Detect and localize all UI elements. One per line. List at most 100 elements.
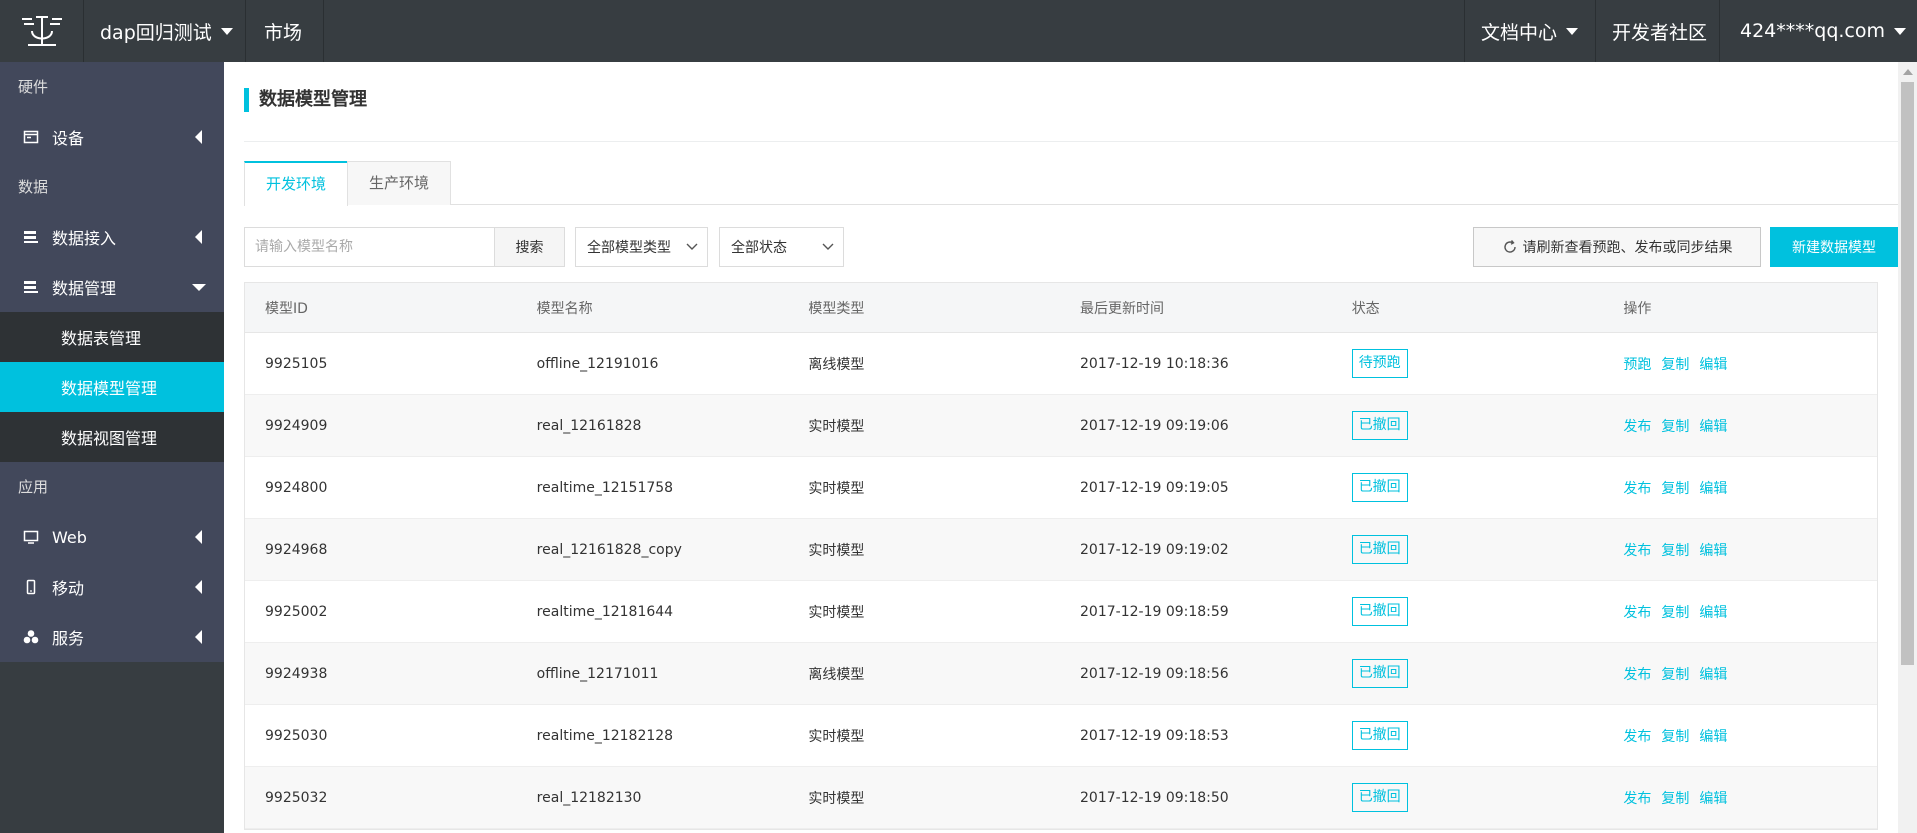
publish-link[interactable]: 发布 (1623, 543, 1651, 559)
refresh-button[interactable]: 请刷新查看预跑、发布或同步结果 (1473, 227, 1761, 267)
edit-link[interactable]: 编辑 (1699, 481, 1727, 497)
scroll-up-icon[interactable] (1903, 69, 1913, 75)
sidebar-subitem-view-manage[interactable]: 数据视图管理 (0, 412, 224, 462)
column-header: 状态 (1351, 300, 1380, 317)
refresh-button-label: 请刷新查看预跑、发布或同步结果 (1522, 240, 1733, 256)
publish-link[interactable]: 发布 (1623, 419, 1651, 435)
search-button[interactable]: 搜索 (494, 227, 565, 267)
copy-link[interactable]: 复制 (1661, 791, 1689, 807)
sidebar-subitem-table-manage[interactable]: 数据表管理 (0, 312, 224, 362)
publish-link[interactable]: 发布 (1623, 791, 1651, 807)
model-name: real_12161828 (536, 417, 642, 434)
nav-docs[interactable]: 文档中心 (1464, 0, 1595, 62)
model-type: 实时模型 (808, 542, 865, 559)
toolbar: 搜索 全部模型类型 全部状态 请刷新查看预跑、发布或同步结果 新建数据模型 (244, 227, 1898, 267)
updated-time: 2017-12-19 09:18:53 (1080, 727, 1229, 744)
logo[interactable] (0, 0, 84, 62)
search-input[interactable] (244, 227, 495, 267)
publish-link[interactable]: 发布 (1623, 605, 1651, 621)
status-badge: 已撤回 (1351, 783, 1408, 812)
status-badge: 已撤回 (1351, 411, 1408, 440)
model-type-select[interactable]: 全部模型类型 (575, 227, 708, 267)
caret-down-icon (1566, 27, 1579, 35)
updated-time: 2017-12-19 09:19:05 (1080, 479, 1229, 496)
edit-link[interactable]: 编辑 (1699, 543, 1727, 559)
table-row: 9925002 realtime_12181644 实时模型 2017-12-1… (245, 581, 1877, 643)
status-badge: 已撤回 (1351, 473, 1408, 502)
project-name: dap回归测试 (100, 21, 212, 44)
sidebar-item-mobile[interactable]: 移动 (0, 562, 224, 612)
status-badge: 待预跑 (1351, 349, 1408, 378)
updated-time: 2017-12-19 09:18:59 (1080, 603, 1229, 620)
updated-time: 2017-12-19 09:18:56 (1080, 665, 1229, 682)
nav-market[interactable]: 市场 (246, 0, 324, 62)
copy-link[interactable]: 复制 (1661, 605, 1689, 621)
status-badge: 已撤回 (1351, 535, 1408, 564)
copy-link[interactable]: 复制 (1661, 481, 1689, 497)
data-access-icon (22, 228, 40, 246)
status-select[interactable]: 全部状态 (719, 227, 844, 267)
sidebar-item-service[interactable]: 服务 (0, 612, 224, 662)
model-id: 9925002 (265, 603, 328, 620)
column-header: 模型类型 (808, 300, 865, 317)
table-header: 模型ID 模型名称 模型类型 最后更新时间 状态 操作 (245, 283, 1877, 333)
edit-link[interactable]: 编辑 (1699, 791, 1727, 807)
copy-link[interactable]: 复制 (1661, 357, 1689, 373)
refresh-icon (1503, 240, 1516, 253)
mobile-icon (22, 578, 40, 596)
nav-market-label: 市场 (264, 21, 303, 44)
chevron-left-icon (195, 580, 202, 594)
status-select-value: 全部状态 (731, 240, 787, 256)
model-id: 9925032 (265, 789, 328, 806)
model-name: real_12161828_copy (536, 541, 682, 558)
column-header: 模型名称 (536, 300, 593, 317)
prerun-link[interactable]: 预跑 (1623, 357, 1651, 373)
edit-link[interactable]: 编辑 (1699, 419, 1727, 435)
sidebar: 硬件 设备 数据 数据接入 数据管理 数据表管理 数据模型管理 数据视图管理 应… (0, 62, 224, 833)
sidebar-item-device[interactable]: 设备 (0, 112, 224, 162)
sidebar-item-label: Web (52, 527, 87, 547)
chevron-left-icon (195, 530, 202, 544)
publish-link[interactable]: 发布 (1623, 481, 1651, 497)
copy-link[interactable]: 复制 (1661, 667, 1689, 683)
copy-link[interactable]: 复制 (1661, 419, 1689, 435)
create-model-button[interactable]: 新建数据模型 (1770, 227, 1898, 267)
nav-community[interactable]: 开发者社区 (1595, 0, 1719, 62)
publish-link[interactable]: 发布 (1623, 667, 1651, 683)
model-id: 9925105 (265, 355, 328, 372)
column-header: 操作 (1623, 300, 1652, 317)
model-id: 9924909 (265, 417, 328, 434)
edit-link[interactable]: 编辑 (1699, 667, 1727, 683)
chevron-left-icon (195, 630, 202, 644)
project-switcher[interactable]: dap回归测试 (84, 0, 246, 62)
model-id: 9924800 (265, 479, 328, 496)
model-type: 离线模型 (808, 666, 865, 683)
edit-link[interactable]: 编辑 (1699, 605, 1727, 621)
model-name: offline_12171011 (536, 665, 659, 682)
model-type: 实时模型 (808, 604, 865, 621)
edit-link[interactable]: 编辑 (1699, 357, 1727, 373)
publish-link[interactable]: 发布 (1623, 729, 1651, 745)
account-menu[interactable]: 424****qq.com (1719, 0, 1917, 62)
model-type: 实时模型 (808, 480, 865, 497)
tab-prod-env[interactable]: 生产环境 (347, 161, 451, 205)
column-header: 最后更新时间 (1080, 300, 1165, 317)
copy-link[interactable]: 复制 (1661, 729, 1689, 745)
sidebar-item-label: 数据管理 (52, 279, 117, 298)
sidebar-item-data-access[interactable]: 数据接入 (0, 212, 224, 262)
sidebar-item-web[interactable]: Web (0, 512, 224, 562)
copy-link[interactable]: 复制 (1661, 543, 1689, 559)
tab-dev-env[interactable]: 开发环境 (244, 161, 348, 206)
model-type: 实时模型 (808, 728, 865, 745)
scrollbar-thumb[interactable] (1901, 82, 1914, 665)
edit-link[interactable]: 编辑 (1699, 729, 1727, 745)
sidebar-section-data: 数据 (0, 162, 224, 212)
vertical-scrollbar[interactable] (1898, 62, 1917, 833)
chevron-left-icon (195, 230, 202, 244)
table-row: 9925030 realtime_12182128 实时模型 2017-12-1… (245, 705, 1877, 767)
sidebar-subitem-model-manage[interactable]: 数据模型管理 (0, 362, 224, 412)
chevron-down-icon (686, 243, 698, 250)
sidebar-item-label: 设备 (52, 129, 85, 148)
sidebar-item-data-manage[interactable]: 数据管理 (0, 262, 224, 312)
sidebar-section-hardware: 硬件 (0, 62, 224, 112)
